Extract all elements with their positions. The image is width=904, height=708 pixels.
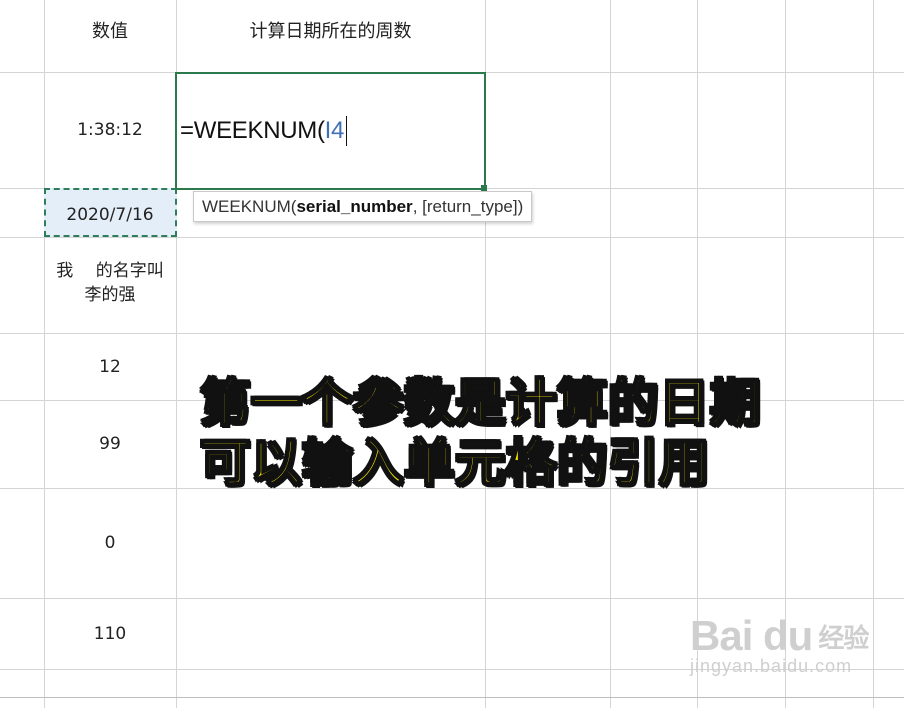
value-cell[interactable]: 99 bbox=[44, 400, 176, 488]
value-cell-text[interactable]: 我 的名字叫 李的强 bbox=[44, 256, 176, 310]
function-signature-tooltip: WEEKNUM(serial_number, [return_type]) bbox=[193, 191, 533, 222]
formula-cell-reference: I4 bbox=[324, 117, 345, 144]
tooltip-remaining-arguments[interactable]: , [return_type]) bbox=[413, 197, 524, 217]
grid-vline bbox=[697, 0, 698, 708]
header-cell-values[interactable]: 数值 bbox=[44, 0, 176, 60]
value-cell-date[interactable]: 2020/7/16 bbox=[44, 188, 176, 242]
grid-vline bbox=[873, 0, 874, 708]
value-cell[interactable]: 110 bbox=[44, 598, 176, 669]
watermark-brand: Bai du bbox=[690, 612, 813, 659]
grid-vline bbox=[785, 0, 786, 708]
watermark-url: jingyan.baidu.com bbox=[690, 656, 853, 676]
formula-text: =WEEKNUM( bbox=[180, 117, 325, 144]
formula-input[interactable]: =WEEKNUM(I4 bbox=[180, 116, 348, 146]
watermark-cn: 经验 bbox=[818, 622, 869, 653]
header-cell-weeknum[interactable]: 计算日期所在的周数 bbox=[176, 0, 485, 60]
value-cell[interactable]: 12 bbox=[44, 333, 176, 400]
grid-hline bbox=[0, 697, 904, 698]
value-cell[interactable]: 1:38:12 bbox=[44, 72, 176, 188]
tooltip-function-name: WEEKNUM( bbox=[202, 196, 297, 216]
value-cell-text-line1: 我 的名字叫 bbox=[56, 261, 164, 281]
text-caret bbox=[346, 116, 348, 146]
caption-line-2: 可以输入单元格的引用 bbox=[199, 433, 710, 493]
grid-vline bbox=[610, 0, 611, 708]
tooltip-current-argument[interactable]: serial_number bbox=[296, 197, 412, 217]
value-cell[interactable]: 0 bbox=[44, 488, 176, 598]
baidu-jingyan-watermark: Bai du 经验 jingyan.baidu.com bbox=[690, 612, 869, 677]
value-cell-text-line2: 李的强 bbox=[84, 285, 136, 305]
